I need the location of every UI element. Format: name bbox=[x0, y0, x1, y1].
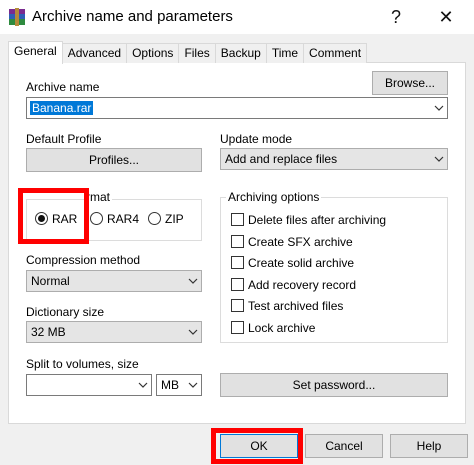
chevron-down-icon bbox=[185, 382, 201, 388]
chevron-down-icon[interactable] bbox=[431, 105, 447, 111]
split-volumes-combo[interactable] bbox=[26, 374, 152, 396]
dictionary-size-select[interactable]: 32 MB bbox=[26, 321, 202, 343]
set-password-button[interactable]: Set password... bbox=[220, 373, 448, 397]
create-solid-checkbox[interactable] bbox=[231, 256, 244, 269]
browse-button[interactable]: Browse... bbox=[372, 71, 448, 95]
lock-archive-checkbox[interactable] bbox=[231, 321, 244, 334]
cancel-button[interactable]: Cancel bbox=[305, 434, 383, 458]
update-mode-select[interactable]: Add and replace files bbox=[220, 148, 448, 170]
lock-archive-label[interactable]: Lock archive bbox=[248, 321, 315, 336]
close-icon: ✕ bbox=[438, 6, 454, 27]
dictionary-size-value: 32 MB bbox=[31, 325, 66, 339]
chevron-down-icon[interactable] bbox=[135, 382, 151, 388]
compression-method-label: Compression method bbox=[26, 253, 141, 267]
radio-rar4-label[interactable]: RAR4 bbox=[107, 212, 139, 227]
delete-files-label[interactable]: Delete files after archiving bbox=[248, 213, 386, 228]
split-unit-value: MB bbox=[161, 378, 179, 392]
split-volumes-label: Split to volumes, size bbox=[26, 357, 139, 371]
update-mode-value: Add and replace files bbox=[225, 152, 338, 166]
tab-comment[interactable]: Comment bbox=[303, 43, 368, 63]
chevron-down-icon bbox=[185, 278, 201, 284]
close-window-button[interactable]: ✕ bbox=[432, 4, 460, 30]
add-recovery-checkbox[interactable] bbox=[231, 278, 244, 291]
tab-files[interactable]: Files bbox=[178, 43, 216, 63]
radio-zip[interactable] bbox=[148, 212, 161, 225]
tab-options[interactable]: Options bbox=[126, 43, 180, 63]
test-archived-checkbox[interactable] bbox=[231, 299, 244, 312]
archive-name-combo[interactable]: Banana.rar bbox=[26, 97, 448, 119]
tab-strip: General Advanced Options Files Backup Ti… bbox=[8, 41, 368, 64]
profiles-button[interactable]: Profiles... bbox=[26, 148, 202, 172]
help-button[interactable]: Help bbox=[390, 434, 468, 458]
create-sfx-label[interactable]: Create SFX archive bbox=[248, 235, 353, 250]
tab-backup[interactable]: Backup bbox=[214, 43, 267, 63]
winrar-app-icon bbox=[8, 8, 26, 26]
test-archived-label[interactable]: Test archived files bbox=[248, 299, 343, 314]
default-profile-label: Default Profile bbox=[26, 132, 102, 146]
compression-method-select[interactable]: Normal bbox=[26, 270, 202, 292]
ok-highlight-box bbox=[211, 428, 303, 464]
rar-highlight-box bbox=[18, 188, 89, 244]
window-title: Archive name and parameters bbox=[32, 8, 233, 25]
tab-general[interactable]: General bbox=[8, 41, 63, 64]
radio-rar4[interactable] bbox=[90, 212, 103, 225]
chevron-down-icon bbox=[431, 156, 447, 162]
help-title-button[interactable]: ? bbox=[382, 4, 410, 30]
split-unit-select[interactable]: MB bbox=[156, 374, 202, 396]
archive-name-label: Archive name bbox=[26, 80, 100, 94]
update-mode-label: Update mode bbox=[220, 132, 293, 146]
dictionary-size-label: Dictionary size bbox=[26, 305, 105, 319]
tab-advanced[interactable]: Advanced bbox=[61, 43, 128, 63]
add-recovery-label[interactable]: Add recovery record bbox=[248, 278, 356, 293]
create-sfx-checkbox[interactable] bbox=[231, 235, 244, 248]
tab-time[interactable]: Time bbox=[265, 43, 305, 63]
compression-method-value: Normal bbox=[31, 274, 70, 288]
archive-name-input[interactable]: Banana.rar bbox=[30, 101, 94, 115]
delete-files-checkbox[interactable] bbox=[231, 213, 244, 226]
chevron-down-icon bbox=[185, 329, 201, 335]
radio-zip-label[interactable]: ZIP bbox=[165, 212, 184, 227]
archiving-options-label: Archiving options bbox=[226, 190, 322, 205]
create-solid-label[interactable]: Create solid archive bbox=[248, 256, 354, 271]
